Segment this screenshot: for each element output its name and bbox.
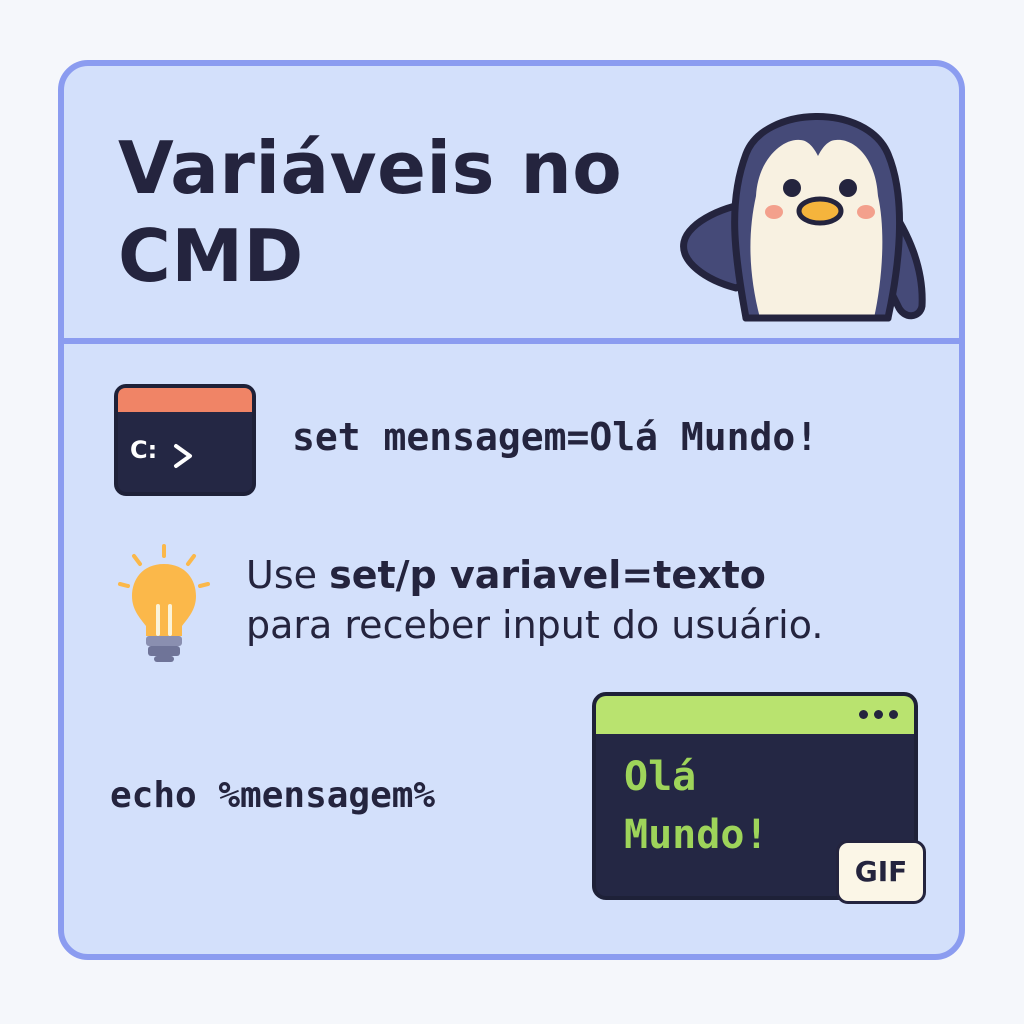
output-text: Olá Mundo! xyxy=(624,748,844,864)
page-title: Variáveis no CMD xyxy=(118,126,623,298)
output-line: Mundo! xyxy=(624,812,769,858)
output-window-titlebar xyxy=(596,696,914,734)
header-divider xyxy=(64,338,959,344)
card-header: Variáveis no CMD xyxy=(64,66,959,338)
set-command-text: set mensagem=Olá Mundo! xyxy=(292,415,819,459)
echo-command-text: echo %mensagem% xyxy=(110,775,436,816)
tip-code: set/p variavel=texto xyxy=(329,553,766,597)
terminal-prompt-label: C: xyxy=(130,436,157,464)
penguin-waving-icon xyxy=(680,113,926,322)
lightbulb-icon xyxy=(118,544,210,662)
terminal-prompt-icon: C: xyxy=(114,384,256,496)
lesson-card: Variáveis no CMD C: set mensagem=Olá Mun… xyxy=(58,60,965,960)
tip-suffix: para receber input do usuário. xyxy=(246,603,824,647)
output-line: Olá xyxy=(624,754,697,800)
window-dots-icon xyxy=(853,710,898,719)
tip-prefix: Use xyxy=(246,553,330,597)
gif-badge: GIF xyxy=(836,840,926,904)
tip-text: Use set/p variavel=texto para receber in… xyxy=(246,550,936,650)
